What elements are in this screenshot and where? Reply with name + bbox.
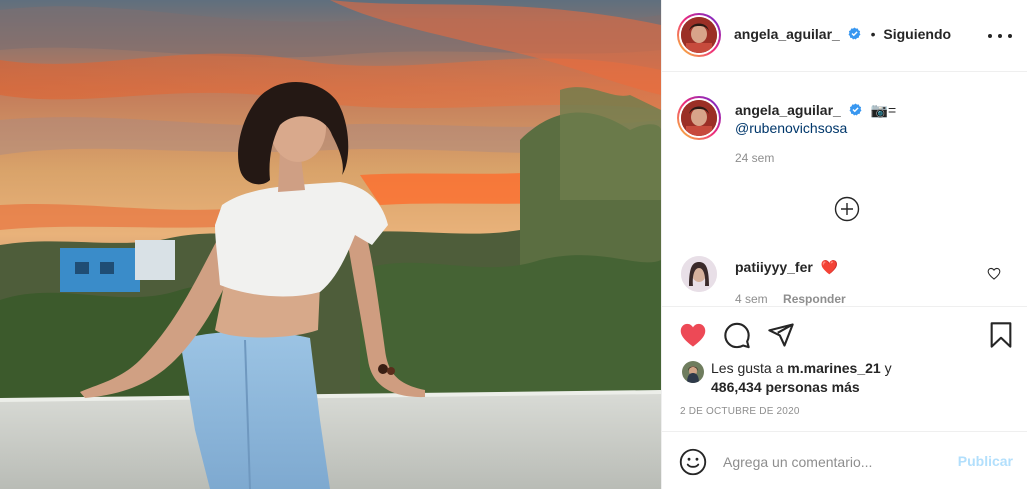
share-icon[interactable] <box>767 321 795 349</box>
author-avatar[interactable] <box>677 13 721 57</box>
commenter-avatar[interactable] <box>681 256 717 292</box>
comment-input[interactable] <box>723 452 943 472</box>
comments-section: angela_aguilar_ 📷= @rubenovichsosa 24 se… <box>662 72 1027 306</box>
verified-badge-icon <box>848 27 861 40</box>
avatar-photo-icon <box>682 361 704 383</box>
bookmark-icon[interactable] <box>987 321 1015 349</box>
emoji-icon[interactable] <box>679 448 707 476</box>
avatar-photo-icon <box>681 256 717 292</box>
comment-age: 4 sem <box>735 292 768 306</box>
post-actions: Les gusta a m.marines_21 y 486,434 perso… <box>662 306 1027 430</box>
likes-summary: Les gusta a m.marines_21 y 486,434 perso… <box>711 359 1011 397</box>
caption-mention-link[interactable]: @rubenovichsosa <box>735 120 847 136</box>
header-author-line: angela_aguilar_ • Siguiendo <box>734 26 951 42</box>
follow-separator: • <box>870 26 876 42</box>
add-comments-icon[interactable] <box>834 196 860 222</box>
comment-text: ❤️ <box>820 259 839 275</box>
following-button[interactable]: Siguiendo <box>883 26 951 42</box>
add-comment-bar: Publicar <box>662 431 1027 489</box>
small-heart-icon[interactable] <box>987 267 1001 280</box>
caption-username[interactable]: angela_aguilar_ <box>735 102 841 118</box>
comment-meta: 4 sem Responder <box>735 292 846 306</box>
post-photo[interactable] <box>0 0 661 489</box>
post-header: angela_aguilar_ • Siguiendo <box>662 0 1027 72</box>
more-options-icon[interactable] <box>988 26 1012 46</box>
liker-avatar[interactable] <box>682 361 704 383</box>
post-sidebar: angela_aguilar_ • Siguiendo angela_aguil… <box>661 0 1027 489</box>
caption: angela_aguilar_ 📷= @rubenovichsosa 24 se… <box>735 101 1005 165</box>
publish-button[interactable]: Publicar <box>958 453 1013 469</box>
avatar-photo-icon <box>681 100 717 136</box>
likes-count-link[interactable]: 486,434 personas más <box>711 379 860 395</box>
post-image <box>0 0 661 489</box>
caption-avatar[interactable] <box>677 96 721 140</box>
post-date[interactable]: 2 DE OCTUBRE DE 2020 <box>680 406 800 417</box>
reply-button[interactable]: Responder <box>783 292 846 306</box>
likes-conjunction: y <box>884 360 892 376</box>
comment-icon[interactable] <box>723 321 751 349</box>
heart-filled-icon[interactable] <box>679 321 707 349</box>
commenter-username[interactable]: patiiyyy_fer <box>735 259 813 275</box>
avatar-photo-icon <box>681 17 717 53</box>
comment-line: patiiyyy_fer ❤️ <box>735 259 838 276</box>
caption-emoji: 📷= <box>870 102 897 118</box>
liker-username[interactable]: m.marines_21 <box>787 360 880 376</box>
author-username[interactable]: angela_aguilar_ <box>734 26 840 42</box>
caption-age: 24 sem <box>735 151 775 165</box>
verified-badge-icon <box>849 103 862 116</box>
likes-prefix: Les gusta a <box>711 360 784 376</box>
